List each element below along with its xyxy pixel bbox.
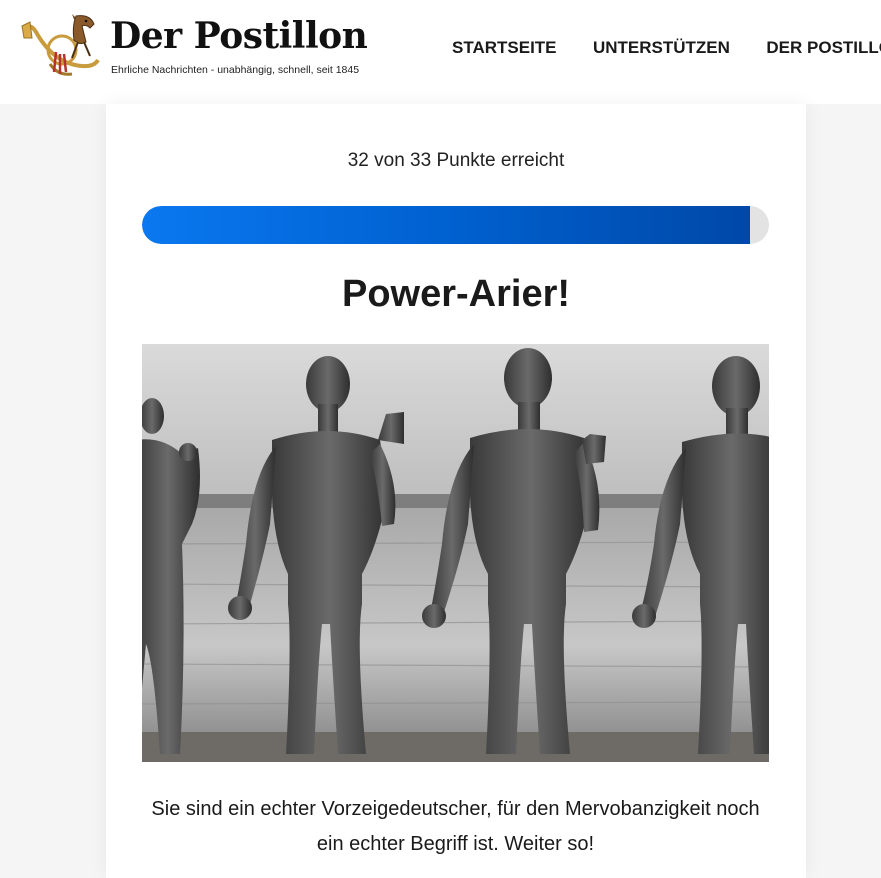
nav-item-unterstuetzen[interactable]: UNTERSTÜTZEN (593, 38, 730, 58)
result-photo (142, 344, 769, 762)
score-text: 32 von 33 Punkte erreicht (347, 150, 565, 171)
site-title: Der Postillon (110, 15, 368, 57)
result-title: Power-Arier! (341, 273, 571, 315)
site-logo-link[interactable]: Der Postillon Ehrliche Nachrichten - una… (20, 12, 368, 84)
nav-item-der-postillon[interactable]: DER POSTILLON (766, 38, 881, 58)
post-horn-logo-icon (21, 14, 100, 76)
main-navigation: STARTSEITE UNTERSTÜTZEN DER POSTILLON (452, 38, 881, 58)
site-tagline: Ehrliche Nachrichten - unabhängig, schne… (111, 64, 360, 76)
score-progress-bar (142, 206, 769, 244)
score-progress-fill (142, 206, 751, 244)
site-header: Der Postillon Ehrliche Nachrichten - una… (0, 0, 881, 104)
nav-item-startseite[interactable]: STARTSEITE (452, 38, 557, 58)
quiz-result-card: 32 von 33 Punkte erreicht Power-Arier! S… (106, 104, 806, 878)
result-description: Sie sind ein echter Vorzeigedeutscher, f… (151, 798, 760, 855)
